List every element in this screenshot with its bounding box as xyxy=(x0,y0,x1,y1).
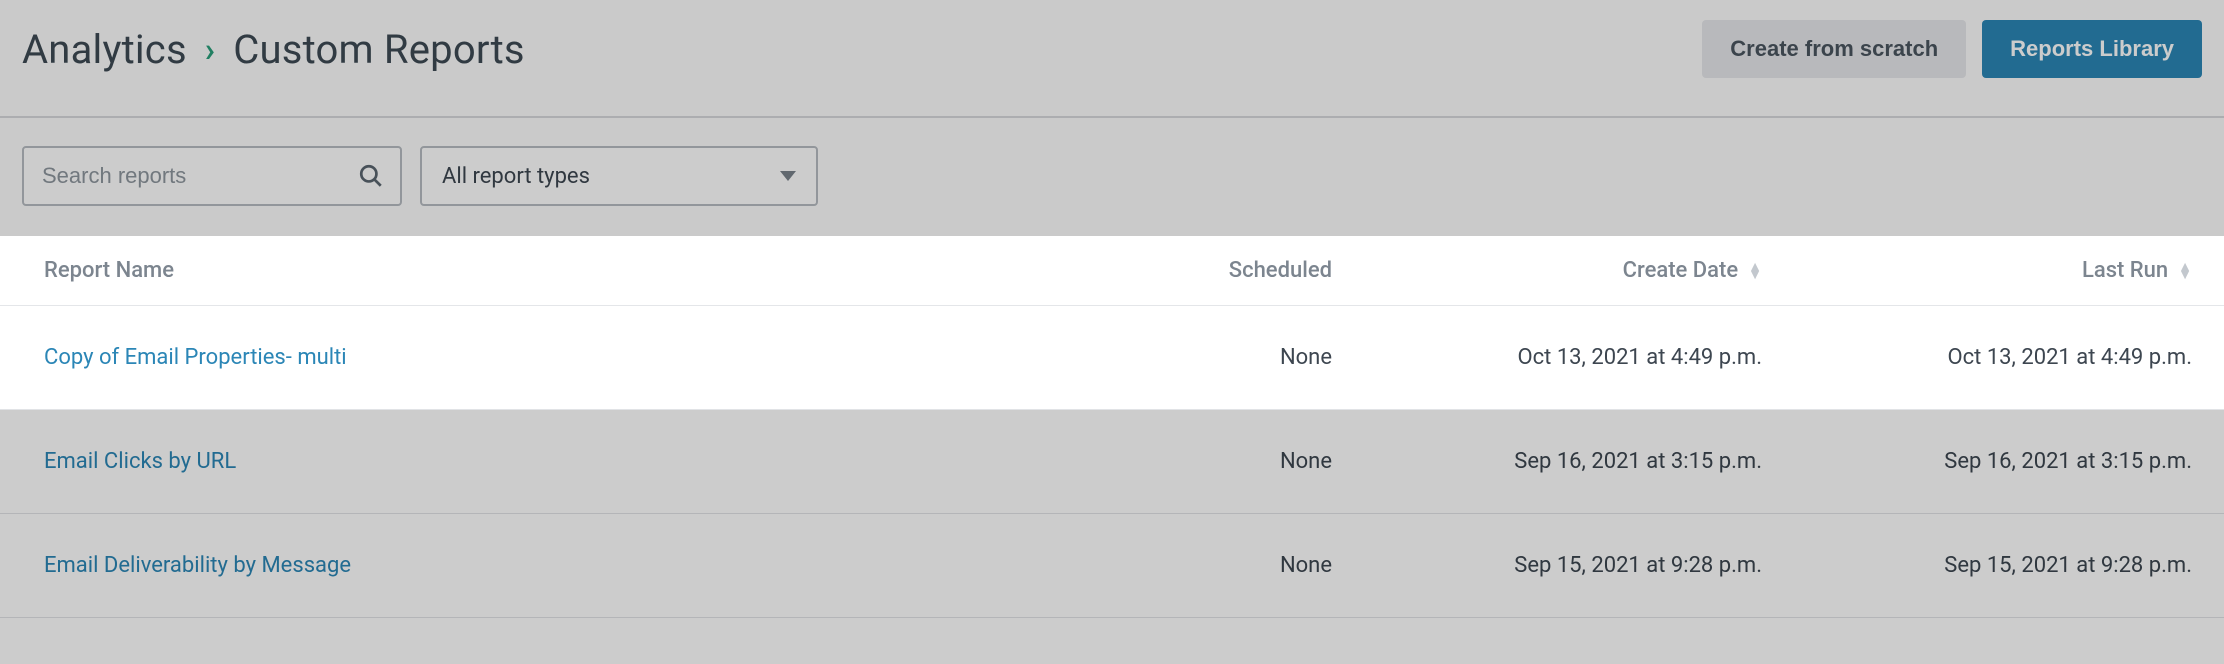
chevron-right-icon: › xyxy=(205,30,215,70)
toolbar: All report types xyxy=(0,118,2224,236)
sort-icon: ▲▼ xyxy=(1748,263,1762,279)
reports-library-button[interactable]: Reports Library xyxy=(1982,20,2202,78)
scheduled-value: None xyxy=(1062,449,1342,474)
page-header: Analytics › Custom Reports Create from s… xyxy=(0,0,2224,118)
reports-table: Report Name Scheduled Create Date ▲▼ Las… xyxy=(0,236,2224,618)
breadcrumb-current: Custom Reports xyxy=(233,26,524,73)
column-header-last-run[interactable]: Last Run ▲▼ xyxy=(1762,258,2192,283)
last-run-value: Sep 16, 2021 at 3:15 p.m. xyxy=(1762,449,2192,474)
create-from-scratch-button[interactable]: Create from scratch xyxy=(1702,20,1966,78)
search-input[interactable] xyxy=(24,148,400,204)
report-name-link[interactable]: Email Clicks by URL xyxy=(44,449,1062,474)
last-run-value: Oct 13, 2021 at 4:49 p.m. xyxy=(1762,345,2192,370)
sort-icon: ▲▼ xyxy=(2178,263,2192,279)
column-header-name[interactable]: Report Name xyxy=(44,258,1062,283)
table-header-row: Report Name Scheduled Create Date ▲▼ Las… xyxy=(0,236,2224,306)
table-row[interactable]: Email Clicks by URLNoneSep 16, 2021 at 3… xyxy=(0,410,2224,514)
column-header-create-date-label: Create Date xyxy=(1623,258,1739,283)
search-field-wrap xyxy=(22,146,402,206)
column-header-last-run-label: Last Run xyxy=(2082,258,2168,283)
caret-down-icon xyxy=(780,171,796,181)
create-date-value: Sep 16, 2021 at 3:15 p.m. xyxy=(1342,449,1762,474)
report-name-link[interactable]: Email Deliverability by Message xyxy=(44,553,1062,578)
report-type-label: All report types xyxy=(442,164,590,189)
header-actions: Create from scratch Reports Library xyxy=(1702,20,2202,78)
table-row[interactable]: Email Deliverability by MessageNoneSep 1… xyxy=(0,514,2224,618)
scheduled-value: None xyxy=(1062,345,1342,370)
breadcrumb-root[interactable]: Analytics xyxy=(22,26,187,73)
report-type-dropdown[interactable]: All report types xyxy=(420,146,818,206)
create-date-value: Sep 15, 2021 at 9:28 p.m. xyxy=(1342,553,1762,578)
scheduled-value: None xyxy=(1062,553,1342,578)
column-header-create-date[interactable]: Create Date ▲▼ xyxy=(1342,258,1762,283)
table-row[interactable]: Copy of Email Properties- multiNoneOct 1… xyxy=(0,306,2224,410)
column-header-scheduled[interactable]: Scheduled xyxy=(1062,258,1342,283)
breadcrumb: Analytics › Custom Reports xyxy=(22,26,525,73)
create-date-value: Oct 13, 2021 at 4:49 p.m. xyxy=(1342,345,1762,370)
report-name-link[interactable]: Copy of Email Properties- multi xyxy=(44,345,1062,370)
search-icon xyxy=(358,163,384,189)
last-run-value: Sep 15, 2021 at 9:28 p.m. xyxy=(1762,553,2192,578)
